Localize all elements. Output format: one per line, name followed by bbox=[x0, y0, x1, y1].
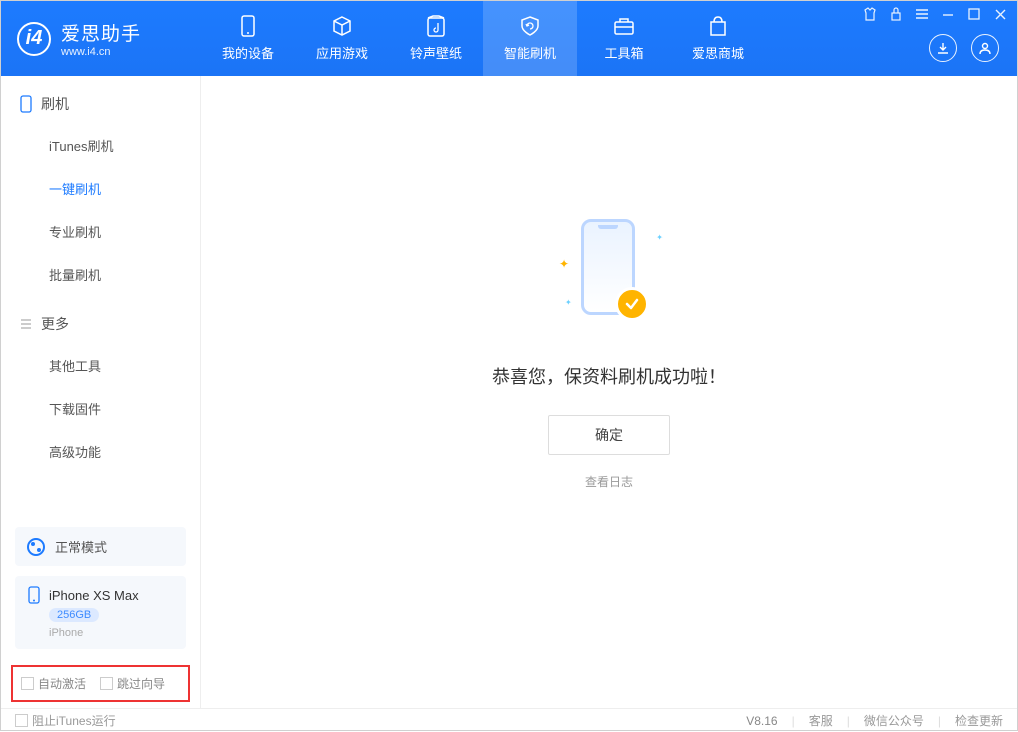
section-title-label: 更多 bbox=[41, 314, 69, 334]
toolbox-icon bbox=[613, 15, 635, 37]
shirt-icon[interactable] bbox=[863, 7, 877, 21]
sidebar-item-batch-flash[interactable]: 批量刷机 bbox=[49, 253, 200, 296]
menu-icon[interactable] bbox=[915, 7, 929, 21]
version-label: V8.16 bbox=[746, 714, 777, 728]
support-link[interactable]: 客服 bbox=[809, 712, 833, 729]
sparkle-icon: ✦ bbox=[565, 298, 572, 307]
nav-store[interactable]: 爱思商城 bbox=[671, 1, 765, 76]
lock-icon[interactable] bbox=[889, 7, 903, 21]
checkbox-label: 自动激活 bbox=[38, 675, 86, 692]
device-name-row: iPhone XS Max bbox=[27, 586, 174, 604]
nav-smart-flash[interactable]: 智能刷机 bbox=[483, 1, 577, 76]
device-name-label: iPhone XS Max bbox=[49, 588, 139, 603]
checkbox-label: 跳过向导 bbox=[117, 675, 165, 692]
sidebar: 刷机 iTunes刷机 一键刷机 专业刷机 批量刷机 更多 其他工具 下载固件 … bbox=[1, 76, 201, 708]
cube-icon bbox=[331, 15, 353, 37]
phone-icon bbox=[19, 95, 33, 113]
bag-icon bbox=[707, 15, 729, 37]
checkbox-auto-activate[interactable]: 自动激活 bbox=[21, 675, 86, 692]
body-area: 刷机 iTunes刷机 一键刷机 专业刷机 批量刷机 更多 其他工具 下载固件 … bbox=[1, 76, 1017, 708]
sidebar-item-advanced[interactable]: 高级功能 bbox=[49, 430, 200, 473]
maximize-icon[interactable] bbox=[967, 7, 981, 21]
main-nav: 我的设备 应用游戏 铃声壁纸 智能刷机 工具箱 爱思商城 bbox=[201, 1, 765, 76]
sidebar-section-more: 更多 bbox=[1, 296, 200, 344]
logo-icon: i4 bbox=[17, 22, 51, 56]
nav-label: 爱思商城 bbox=[692, 43, 744, 62]
checkmark-badge-icon bbox=[615, 287, 649, 321]
music-icon bbox=[425, 15, 447, 37]
window-controls bbox=[863, 7, 1007, 21]
nav-label: 我的设备 bbox=[222, 43, 274, 62]
main-content: ✦ ✦ ✦ 恭喜您，保资料刷机成功啦！ 确定 查看日志 bbox=[201, 76, 1017, 708]
nav-toolbox[interactable]: 工具箱 bbox=[577, 1, 671, 76]
sidebar-item-pro-flash[interactable]: 专业刷机 bbox=[49, 210, 200, 253]
sidebar-item-itunes-flash[interactable]: iTunes刷机 bbox=[49, 124, 200, 167]
app-name-en: www.i4.cn bbox=[61, 46, 141, 58]
header-right-actions bbox=[929, 34, 999, 62]
checkbox-label: 阻止iTunes运行 bbox=[32, 712, 116, 729]
checkbox-icon bbox=[21, 677, 34, 690]
highlighted-checkbox-row: 自动激活 跳过向导 bbox=[11, 665, 190, 702]
nav-label: 工具箱 bbox=[604, 43, 643, 62]
success-message: 恭喜您，保资料刷机成功啦！ bbox=[492, 363, 726, 389]
wechat-link[interactable]: 微信公众号 bbox=[864, 712, 924, 729]
sidebar-item-other-tools[interactable]: 其他工具 bbox=[49, 344, 200, 387]
footer-right: V8.16 | 客服 | 微信公众号 | 检查更新 bbox=[746, 712, 1003, 729]
logo-text: 爱思助手 www.i4.cn bbox=[61, 19, 141, 58]
list-icon bbox=[19, 317, 33, 331]
nav-label: 智能刷机 bbox=[504, 43, 556, 62]
logo-area: i4 爱思助手 www.i4.cn bbox=[1, 19, 201, 58]
device-icon bbox=[237, 15, 259, 37]
checkbox-skip-guide[interactable]: 跳过向导 bbox=[100, 675, 165, 692]
section-title-label: 刷机 bbox=[41, 94, 69, 114]
sidebar-item-download-firmware[interactable]: 下载固件 bbox=[49, 387, 200, 430]
sparkle-icon: ✦ bbox=[559, 257, 569, 271]
download-icon[interactable] bbox=[929, 34, 957, 62]
nav-label: 铃声壁纸 bbox=[410, 43, 462, 62]
checkbox-icon bbox=[15, 714, 28, 727]
separator: | bbox=[938, 714, 941, 728]
nav-label: 应用游戏 bbox=[316, 43, 368, 62]
status-bar: 阻止iTunes运行 V8.16 | 客服 | 微信公众号 | 检查更新 bbox=[1, 708, 1017, 732]
nav-ringtone-wallpaper[interactable]: 铃声壁纸 bbox=[389, 1, 483, 76]
flash-items: iTunes刷机 一键刷机 专业刷机 批量刷机 bbox=[1, 124, 200, 296]
separator: | bbox=[792, 714, 795, 728]
sidebar-item-oneclick-flash[interactable]: 一键刷机 bbox=[49, 167, 200, 210]
device-phone-icon bbox=[27, 586, 41, 604]
footer-left: 阻止iTunes运行 bbox=[15, 712, 116, 729]
success-illustration: ✦ ✦ ✦ bbox=[539, 215, 679, 335]
mode-box[interactable]: 正常模式 bbox=[15, 527, 186, 566]
sidebar-section-flash: 刷机 bbox=[1, 76, 200, 124]
checkbox-icon bbox=[100, 677, 113, 690]
close-icon[interactable] bbox=[993, 7, 1007, 21]
mode-label: 正常模式 bbox=[55, 537, 107, 556]
checkbox-block-itunes[interactable]: 阻止iTunes运行 bbox=[15, 712, 116, 729]
mode-icon bbox=[27, 538, 45, 556]
update-link[interactable]: 检查更新 bbox=[955, 712, 1003, 729]
separator: | bbox=[847, 714, 850, 728]
more-items: 其他工具 下载固件 高级功能 bbox=[1, 344, 200, 473]
app-name-cn: 爱思助手 bbox=[61, 19, 141, 46]
sparkle-icon: ✦ bbox=[656, 233, 663, 242]
ok-button[interactable]: 确定 bbox=[548, 415, 670, 455]
shield-refresh-icon bbox=[519, 15, 541, 37]
app-header: i4 爱思助手 www.i4.cn 我的设备 应用游戏 铃声壁纸 智能刷机 工具… bbox=[1, 1, 1017, 76]
user-icon[interactable] bbox=[971, 34, 999, 62]
nav-my-device[interactable]: 我的设备 bbox=[201, 1, 295, 76]
device-type-label: iPhone bbox=[49, 627, 174, 639]
nav-apps-games[interactable]: 应用游戏 bbox=[295, 1, 389, 76]
device-storage-badge: 256GB bbox=[49, 608, 99, 622]
minimize-icon[interactable] bbox=[941, 7, 955, 21]
device-box[interactable]: iPhone XS Max 256GB iPhone bbox=[15, 576, 186, 649]
view-log-link[interactable]: 查看日志 bbox=[585, 473, 633, 490]
